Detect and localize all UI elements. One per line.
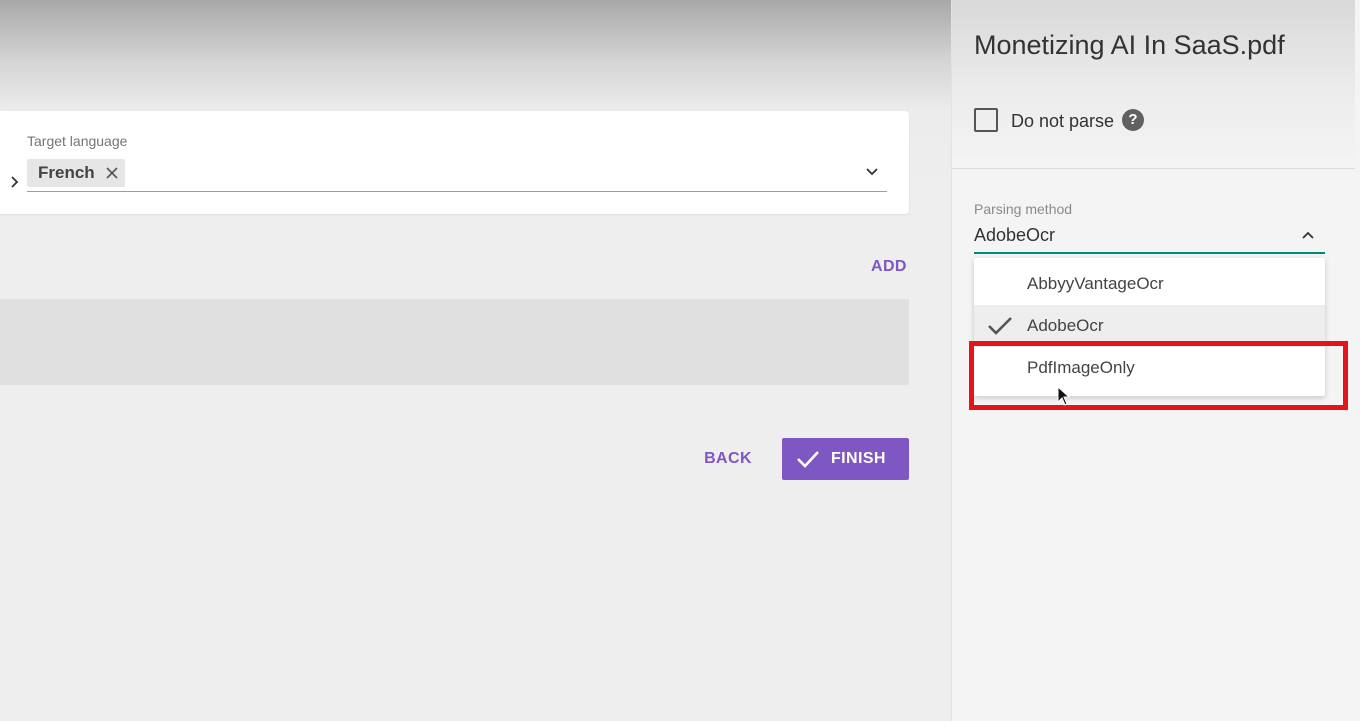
parsing-method-value: AdobeOcr — [974, 225, 1056, 245]
file-settings-panel: Monetizing AI In SaaS.pdf Do not parse ?… — [951, 0, 1360, 721]
option-adobeocr[interactable]: AdobeOcr — [974, 305, 1325, 347]
parsing-method-select[interactable]: AdobeOcr — [974, 222, 1325, 254]
do-not-parse-label[interactable]: Do not parse — [1011, 111, 1114, 132]
target-language-label: Target language — [27, 133, 128, 149]
chevron-right-icon[interactable] — [8, 175, 22, 189]
check-icon — [797, 451, 819, 468]
option-label: AbbyyVantageOcr — [1027, 274, 1164, 293]
option-label: PdfImageOnly — [1027, 358, 1135, 377]
target-language-card: Target language French — [0, 111, 909, 214]
panel-header: Monetizing AI In SaaS.pdf Do not parse ? — [952, 0, 1355, 169]
back-button[interactable]: BACK — [692, 444, 764, 474]
option-label: AdobeOcr — [1027, 316, 1104, 335]
language-chip-label: French — [38, 163, 95, 182]
parsing-method-label: Parsing method — [974, 201, 1073, 217]
chevron-up-icon[interactable] — [1301, 228, 1315, 242]
option-abbyyvantageocr[interactable]: AbbyyVantageOcr — [974, 263, 1325, 305]
check-icon — [988, 317, 1012, 335]
main-area: Target language French ADD BACK FINISH — [0, 0, 951, 721]
file-title: Monetizing AI In SaaS.pdf — [974, 30, 1285, 60]
chevron-down-icon[interactable] — [865, 165, 879, 179]
finish-button[interactable]: FINISH — [782, 438, 909, 480]
option-pdfimageonly[interactable]: PdfImageOnly — [974, 347, 1325, 389]
add-button[interactable]: ADD — [871, 258, 907, 276]
target-language-select[interactable]: French — [27, 157, 887, 192]
close-icon[interactable] — [105, 166, 119, 180]
help-icon[interactable]: ? — [1122, 109, 1144, 131]
finish-label: FINISH — [831, 450, 886, 467]
empty-list-area — [0, 299, 909, 385]
parsing-method-menu: AbbyyVantageOcr AdobeOcr PdfImageOnly — [974, 258, 1325, 396]
language-chip: French — [27, 159, 125, 187]
do-not-parse-checkbox[interactable] — [974, 108, 998, 132]
